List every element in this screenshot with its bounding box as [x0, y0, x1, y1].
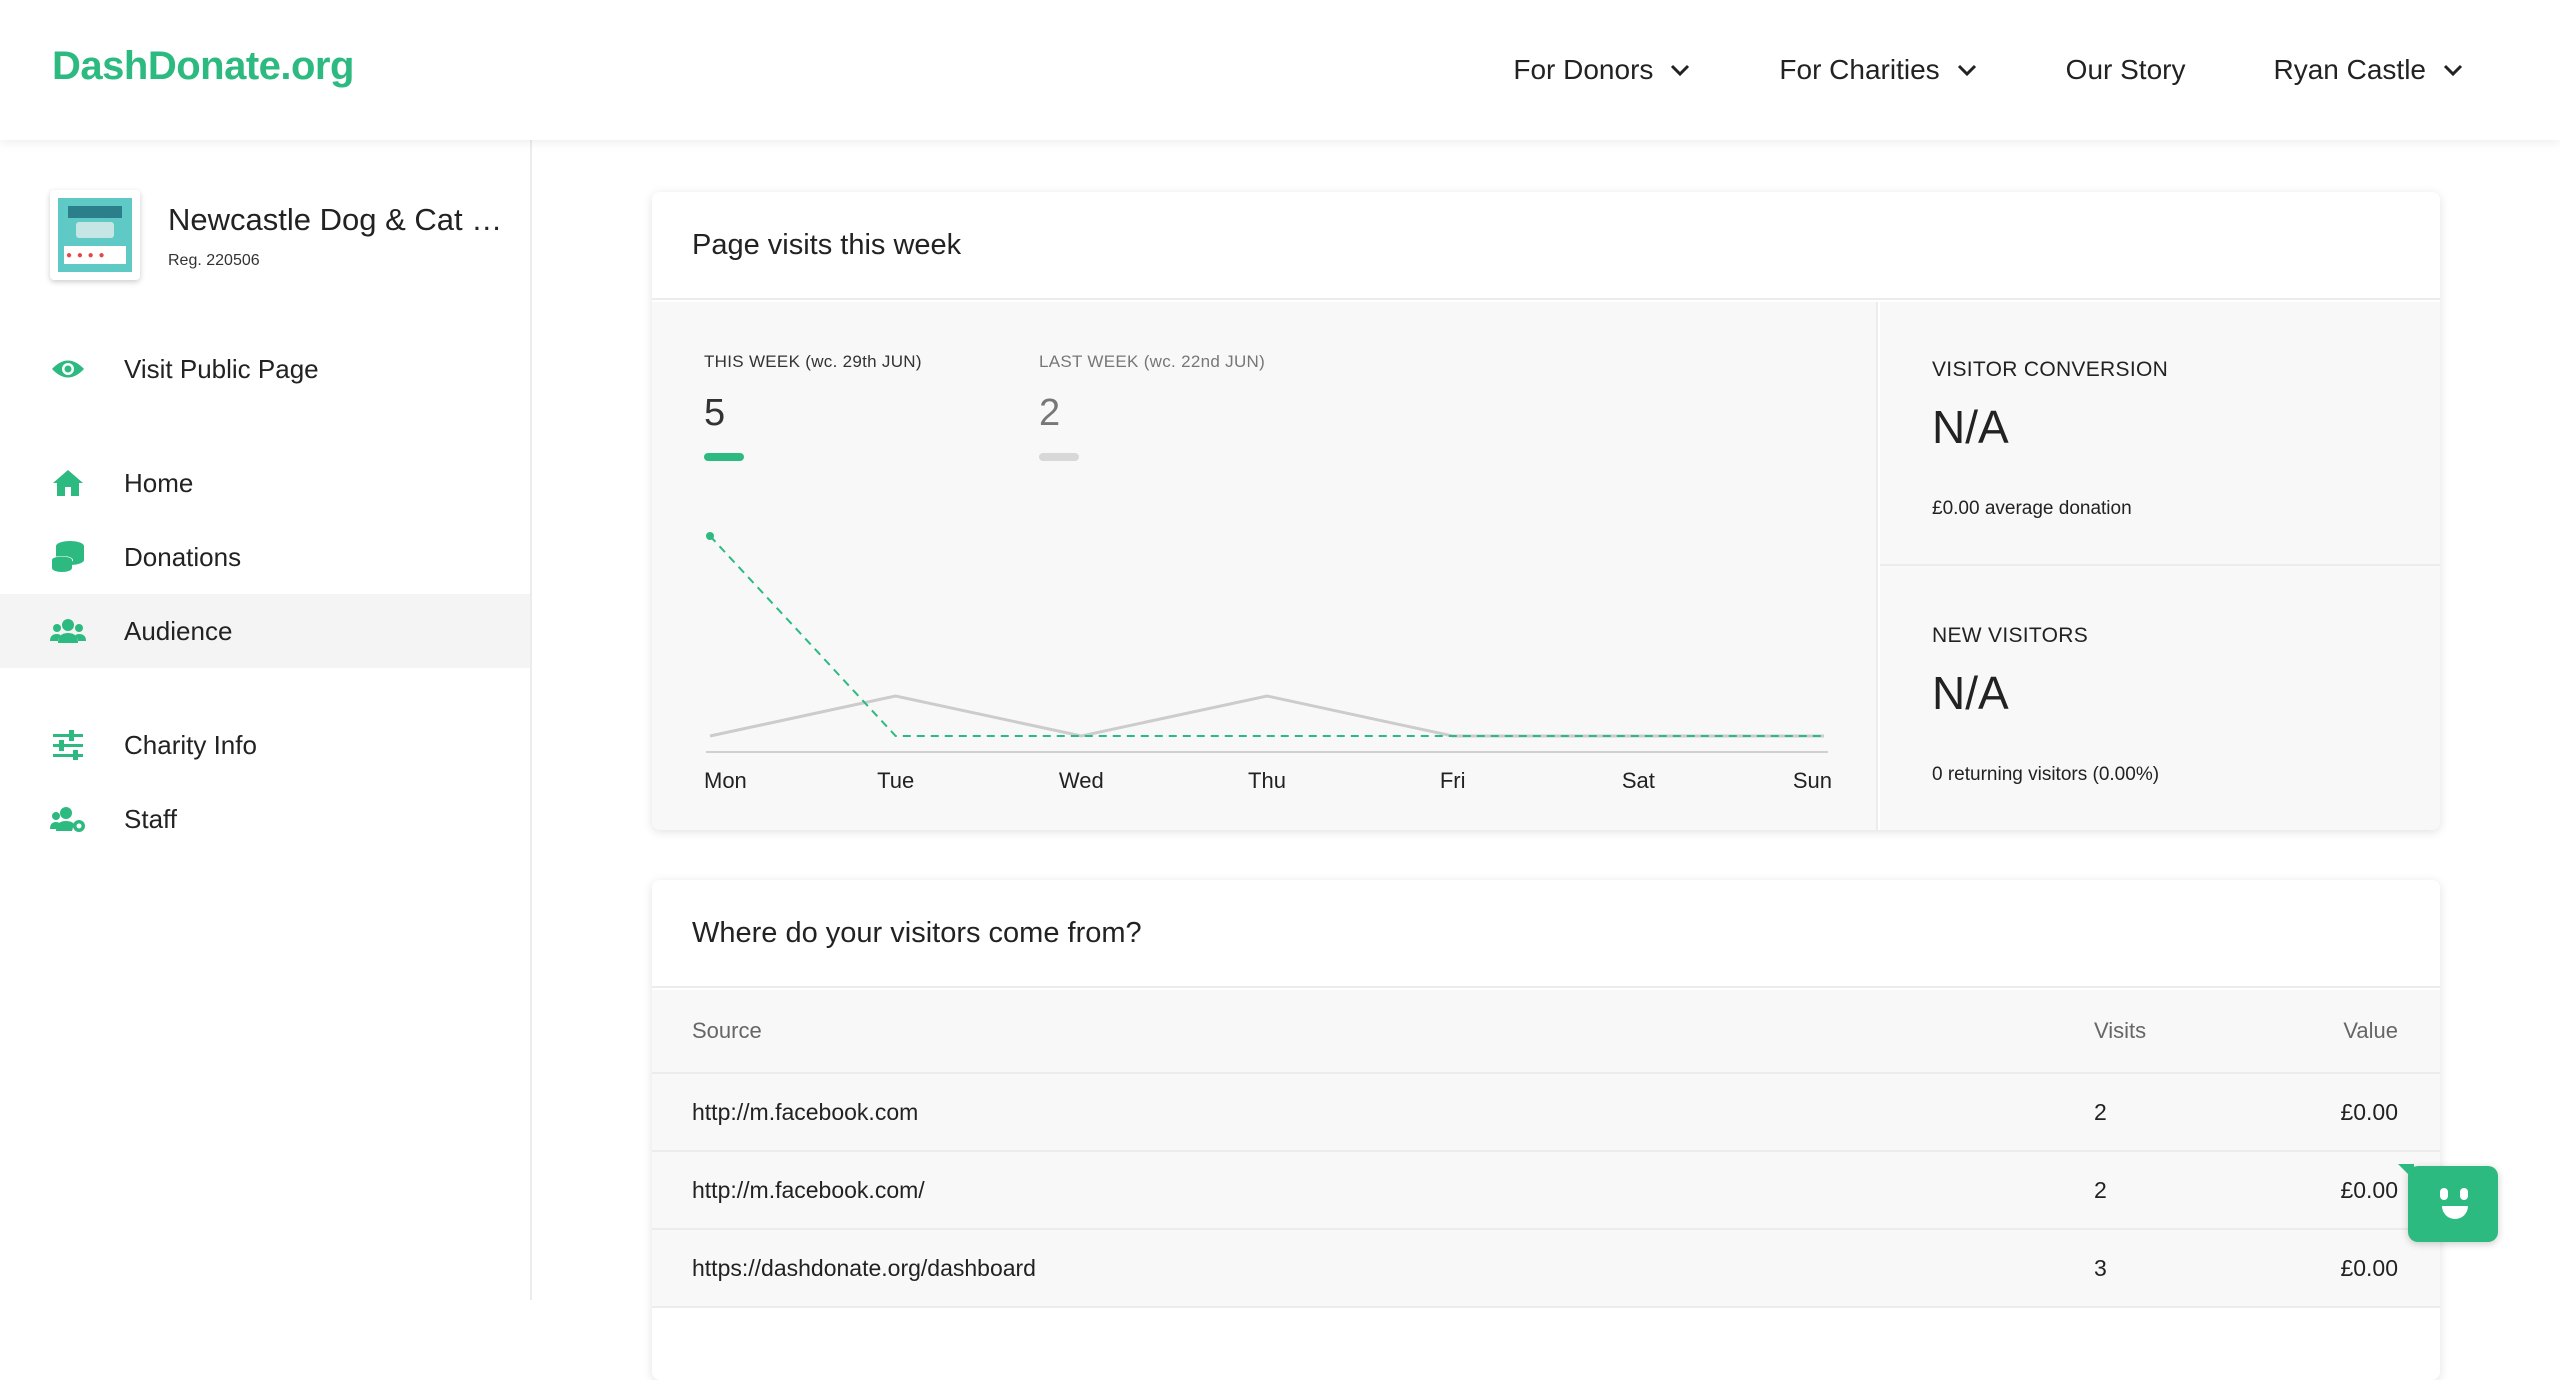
stat-value: N/A	[1932, 667, 2009, 719]
nav-our-story[interactable]: Our Story	[2066, 54, 2186, 86]
sidebar-item-label: Staff	[124, 803, 178, 834]
sidebar-item-staff[interactable]: Staff	[0, 782, 530, 856]
coins-icon	[50, 539, 86, 575]
nav-label: Ryan Castle	[2273, 54, 2426, 85]
chevron-down-icon	[1957, 64, 1976, 77]
charity-reg-number: Reg. 220506	[168, 252, 260, 269]
main-nav: For Donors For Charities Our Story Ryan …	[1425, 0, 2464, 140]
visitor-stats-panel: VISITOR CONVERSION N/A £0.00 average don…	[1880, 302, 2440, 830]
column-header-source: Source	[692, 1018, 762, 1043]
x-tick-label: Sat	[1622, 768, 1655, 793]
page-visits-card: Page visits this week THIS WEEK (wc. 29t…	[652, 192, 2440, 830]
nav-user-menu[interactable]: Ryan Castle	[2273, 54, 2464, 86]
charity-header: ● ● ● ● Newcastle Dog & Cat Shelter Reg.…	[50, 190, 508, 280]
charity-logo-image: ● ● ● ●	[58, 198, 132, 272]
sliders-icon	[50, 727, 86, 763]
stat-value: N/A	[1932, 401, 2009, 453]
users-cog-icon	[50, 801, 86, 837]
nav-label: For Charities	[1779, 54, 1940, 85]
value-cell: £0.00	[2340, 1254, 2398, 1281]
x-tick-label: Tue	[877, 768, 914, 793]
x-tick-label: Mon	[704, 768, 747, 793]
sources-table: Source Visits Value http://m.facebook.co…	[652, 990, 2440, 1308]
visitor-sources-card: Where do your visitors come from? Source…	[652, 880, 2440, 1380]
charity-name: Newcastle Dog & Cat Shelter	[168, 202, 508, 237]
value-cell: £0.00	[2340, 1176, 2398, 1203]
sidebar-item-label: Audience	[124, 615, 233, 646]
table-header-row: Source Visits Value	[652, 990, 2440, 1074]
visits-chart-panel: THIS WEEK (wc. 29th JUN) 5 LAST WEEK (wc…	[652, 302, 1878, 830]
table-row: https://dashdonate.org/dashboard 3 £0.00	[652, 1230, 2440, 1308]
new-visitors-stat: NEW VISITORS N/A 0 returning visitors (0…	[1880, 568, 2440, 830]
sidebar-item-label: Donations	[124, 541, 242, 572]
visits-cell: 3	[2094, 1254, 2107, 1281]
sidebar-item-label: Home	[124, 467, 194, 498]
site-logo[interactable]: DashDonate.org	[52, 44, 354, 89]
sidebar-item-label: Charity Info	[124, 729, 257, 760]
charity-logo-thumbnail: ● ● ● ●	[50, 190, 140, 280]
sidebar-item-charity-info[interactable]: Charity Info	[0, 708, 530, 782]
visits-line-chart: Mon Tue Wed Thu Fri Sat Sun	[704, 532, 1832, 793]
sidebar-item-visit-public-page[interactable]: Visit Public Page	[0, 332, 530, 406]
this-week-data-point	[706, 532, 714, 540]
sidebar-item-donations[interactable]: Donations	[0, 520, 530, 594]
nav-label: For Donors	[1513, 54, 1654, 85]
visits-cell: 2	[2094, 1098, 2107, 1125]
stat-subtext: £0.00 average donation	[1932, 498, 2132, 519]
x-tick-label: Sun	[1793, 768, 1832, 793]
x-tick-label: Fri	[1440, 768, 1466, 793]
top-navigation-bar: DashDonate.org For Donors For Charities …	[0, 0, 2560, 140]
chat-face-eye	[2460, 1188, 2468, 1200]
sidebar-item-label: Visit Public Page	[124, 353, 319, 384]
card-title: Page visits this week	[652, 192, 2440, 300]
chat-face-eye	[2440, 1188, 2448, 1200]
source-cell: http://m.facebook.com	[692, 1098, 919, 1125]
nav-for-charities[interactable]: For Charities	[1779, 54, 1977, 86]
stat-subtext: 0 returning visitors (0.00%)	[1932, 764, 2160, 785]
x-tick-label: Wed	[1059, 768, 1104, 793]
chevron-down-icon	[1671, 64, 1690, 77]
stat-label: NEW VISITORS	[1932, 624, 2089, 647]
sidebar-item-audience[interactable]: Audience	[0, 594, 530, 668]
stat-label: VISITOR CONVERSION	[1932, 358, 2169, 381]
column-header-value: Value	[2343, 1018, 2398, 1043]
visits-cell: 2	[2094, 1176, 2107, 1203]
chevron-down-icon	[2443, 64, 2463, 77]
nav-for-donors[interactable]: For Donors	[1513, 54, 1691, 86]
chat-face-mouth	[2442, 1206, 2468, 1219]
users-icon	[50, 613, 86, 649]
sidebar: ● ● ● ● Newcastle Dog & Cat Shelter Reg.…	[0, 140, 532, 1300]
value-cell: £0.00	[2340, 1098, 2398, 1125]
home-icon	[50, 465, 86, 501]
table-row: http://m.facebook.com/ 2 £0.00	[652, 1152, 2440, 1230]
nav-label: Our Story	[2065, 54, 2186, 85]
card-title: Where do your visitors come from?	[652, 880, 2440, 988]
table-row: http://m.facebook.com 2 £0.00	[652, 1074, 2440, 1152]
eye-icon	[50, 351, 86, 387]
source-cell: http://m.facebook.com/	[692, 1176, 925, 1203]
column-header-visits: Visits	[2094, 1018, 2147, 1043]
visitor-conversion-stat: VISITOR CONVERSION N/A £0.00 average don…	[1880, 302, 2440, 566]
sidebar-item-home[interactable]: Home	[0, 446, 530, 520]
chat-widget-button[interactable]	[2398, 1164, 2498, 1242]
this-week-series-line	[709, 535, 1824, 737]
source-cell: https://dashdonate.org/dashboard	[692, 1254, 1036, 1281]
x-tick-label: Thu	[1248, 768, 1286, 793]
